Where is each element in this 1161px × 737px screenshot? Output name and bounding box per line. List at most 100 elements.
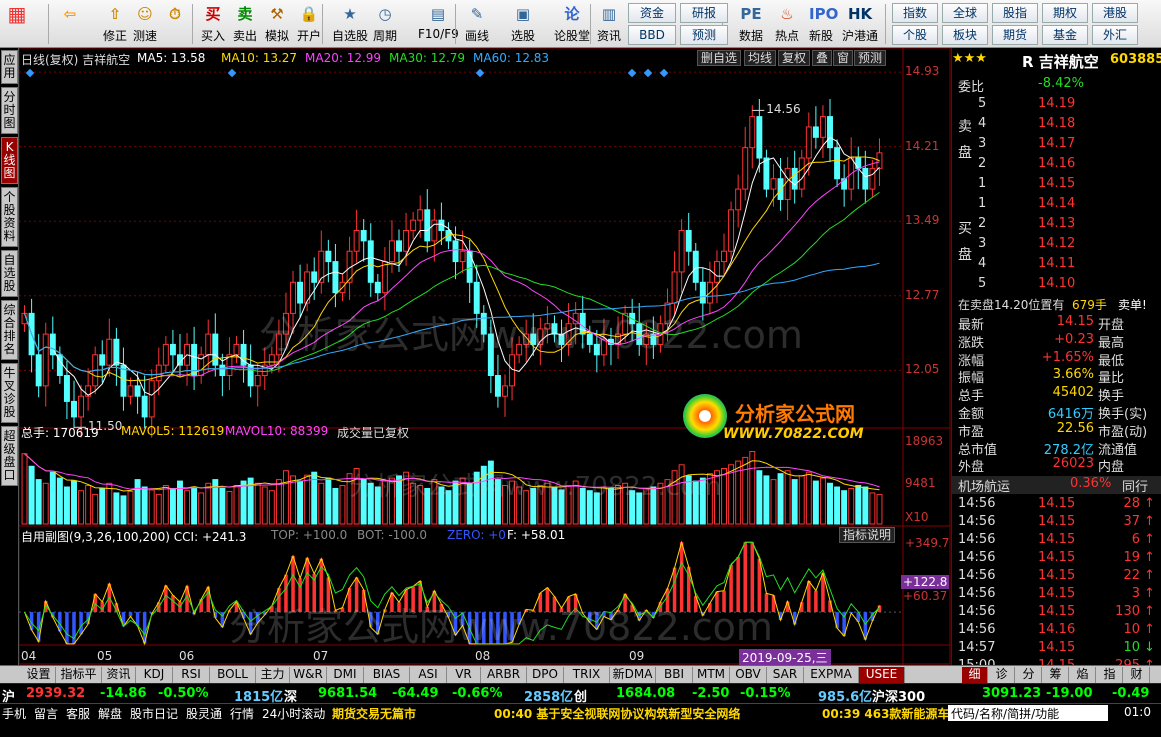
quick-button[interactable]: 全球 [942,3,988,23]
quick-button[interactable]: 期货 [992,25,1038,45]
vtab-6[interactable]: 牛叉诊股 [1,363,18,423]
indicator-tab[interactable]: USEE [859,667,905,683]
right-panel-tab[interactable]: 诊 [989,667,1015,683]
right-panel-tab[interactable]: 细 [962,667,988,683]
status-link[interactable]: 客服 [66,705,90,722]
toolbar-screen-button[interactable]: ▣ 选股 [508,2,538,46]
indicator-tab[interactable]: ASI [410,667,447,683]
indicator-tab[interactable]: EXPMA [804,667,859,683]
indicator-tab[interactable]: 资讯 [102,667,136,683]
quick-button[interactable]: 资金 [628,3,676,23]
toolbar-hk-button[interactable]: HK 沪港通 [840,2,880,46]
indicator-tab[interactable]: DMI [327,667,364,683]
chart-canvas[interactable] [19,48,951,665]
quick-button[interactable]: 期权 [1042,3,1088,23]
status-link[interactable]: 24小时滚动 [262,705,325,722]
status-link[interactable]: 行情 [230,705,254,722]
status-link[interactable]: 股灵通 [186,705,222,722]
tick-direction-icon: ↑ [1144,550,1155,566]
toolbar-cycle-button[interactable]: ◷ 周期 [370,2,400,46]
tick-volume: 10 [1123,622,1140,638]
indicator-tab[interactable]: ARBR [481,667,527,683]
quick-button[interactable]: 基金 [1042,25,1088,45]
indicator-tab[interactable]: OBV [730,667,767,683]
toolbar-grid-button[interactable]: ▦ [2,2,32,46]
toolbar-ipo-button[interactable]: IPO 新股 [806,2,838,46]
toolbar-pen-button[interactable]: ✎ 画线 [462,2,492,46]
toolbar-fire-button[interactable]: ♨ 热点 [772,2,802,46]
toolbar-f10-button[interactable]: ▤ F10/F9 [418,2,459,46]
indicator-tab[interactable]: BBI [656,667,693,683]
chart-tool-button[interactable]: 预测 [854,50,887,66]
quick-button[interactable]: 外汇 [1092,25,1138,45]
vtab-0[interactable]: 应用 [1,50,18,84]
quick-button[interactable]: 研报 [680,3,728,23]
status-link[interactable]: 股市日记 [130,705,178,722]
indicator-tab[interactable]: RSI [173,667,210,683]
vtab-4[interactable]: 自选股 [1,250,18,297]
toolbar-back-arrow-button[interactable]: ⇦ [55,2,85,46]
toolbar-buy-button[interactable]: 买买入 [198,2,228,46]
quick-button[interactable]: 港股 [1092,3,1138,23]
toolbar-news-button[interactable]: ▥ 资讯 [594,2,624,46]
toolbar-lock-button[interactable]: 🔒 开户 [294,2,324,46]
chart-tool-button[interactable]: 删自选 [697,50,742,66]
indicator-tab[interactable]: MTM [693,667,730,683]
toolbar-separator [455,4,456,44]
quick-button[interactable]: 股指 [992,3,1038,23]
indicator-tab[interactable]: 主力 [256,667,290,683]
indicator-help-button[interactable]: 指标说明 [839,527,896,543]
right-panel-tab[interactable]: 指 [1097,667,1123,683]
status-link[interactable]: 解盘 [98,705,122,722]
quick-button[interactable]: BBD [628,25,676,45]
kline-chart-area[interactable]: 14.93 14.21 13.49 12.77 12.05 14.56 11.50 18963… [19,48,951,666]
vtab-2[interactable]: K线图 [1,137,18,184]
toolbar-pe-button[interactable]: PE 数据 [736,2,766,46]
chart-tool-button[interactable]: 叠 [812,50,833,66]
status-link[interactable]: 留言 [34,705,58,722]
indicator-tab[interactable]: BIAS [364,667,410,683]
indicator-tab[interactable]: 新DMA [610,667,656,683]
vtab-1[interactable]: 分时图 [1,87,18,134]
indicator-tab[interactable]: VR [447,667,481,683]
indicator-tab[interactable]: BOLL [210,667,256,683]
quick-button[interactable]: 指数 [892,3,938,23]
ask-level-num: 1 [978,176,987,191]
news-ticker-2[interactable]: 00:40 基于安全视联网协议构筑新型安全网络 [494,705,740,722]
vtab-3[interactable]: 个股资料 [1,187,18,247]
vtab-5[interactable]: 综合排名 [1,300,18,360]
indicator-tab[interactable]: 指标平台 [56,667,102,696]
sector-peer-button[interactable]: 同行 [1122,476,1148,495]
status-link[interactable]: 手机 [2,705,26,722]
volume-bar [643,487,650,525]
chart-tool-button[interactable]: 窗 [833,50,854,66]
chart-tool-button[interactable]: 复权 [778,50,811,66]
toolbar-sell-button[interactable]: 卖卖出 [230,2,260,46]
right-panel-tab[interactable]: 筹 [1043,667,1069,683]
toolbar-speed-button[interactable]: ☺ 测速 [130,2,160,46]
indicator-tab[interactable]: TRIX [564,667,610,683]
quick-button[interactable]: 个股 [892,25,938,45]
indicator-tab[interactable]: DPO [527,667,564,683]
chart-tool-button[interactable]: 均线 [744,50,777,66]
stat-row: 涨幅 +1.65% 最低 [952,350,1161,369]
vtab-7[interactable]: 超级盘口 [1,426,18,486]
indicator-tab[interactable]: W&R [290,667,327,683]
right-panel-tab[interactable]: 分 [1016,667,1042,683]
toolbar-star-button[interactable]: ★ 自选股 [330,2,370,46]
indicator-tab[interactable]: SAR [767,667,804,683]
right-panel-tab[interactable]: 焰 [1070,667,1096,683]
right-panel-tab[interactable]: 财 [1124,667,1150,683]
code-search-input[interactable]: 代码/名称/简拼/功能 [948,705,1108,721]
toolbar-revise-button[interactable]: ⇧ 修正 [100,2,130,46]
toolbar-hammer-button[interactable]: ⚒ 模拟 [262,2,292,46]
news-ticker-1[interactable]: 期货交易无篇市 [332,705,416,722]
quick-button[interactable]: 预测 [680,25,728,45]
volume-bar [184,490,191,525]
quick-button[interactable]: 板块 [942,25,988,45]
toolbar-clock-button[interactable]: ⏱ [160,2,190,46]
indicator-tab[interactable]: 设置 [22,667,56,683]
news-ticker-3[interactable]: 00:39 463款新能源车 [822,705,949,722]
toolbar-forum-button[interactable]: 论论股堂 [552,2,592,46]
indicator-tab[interactable]: KDJ [136,667,173,683]
